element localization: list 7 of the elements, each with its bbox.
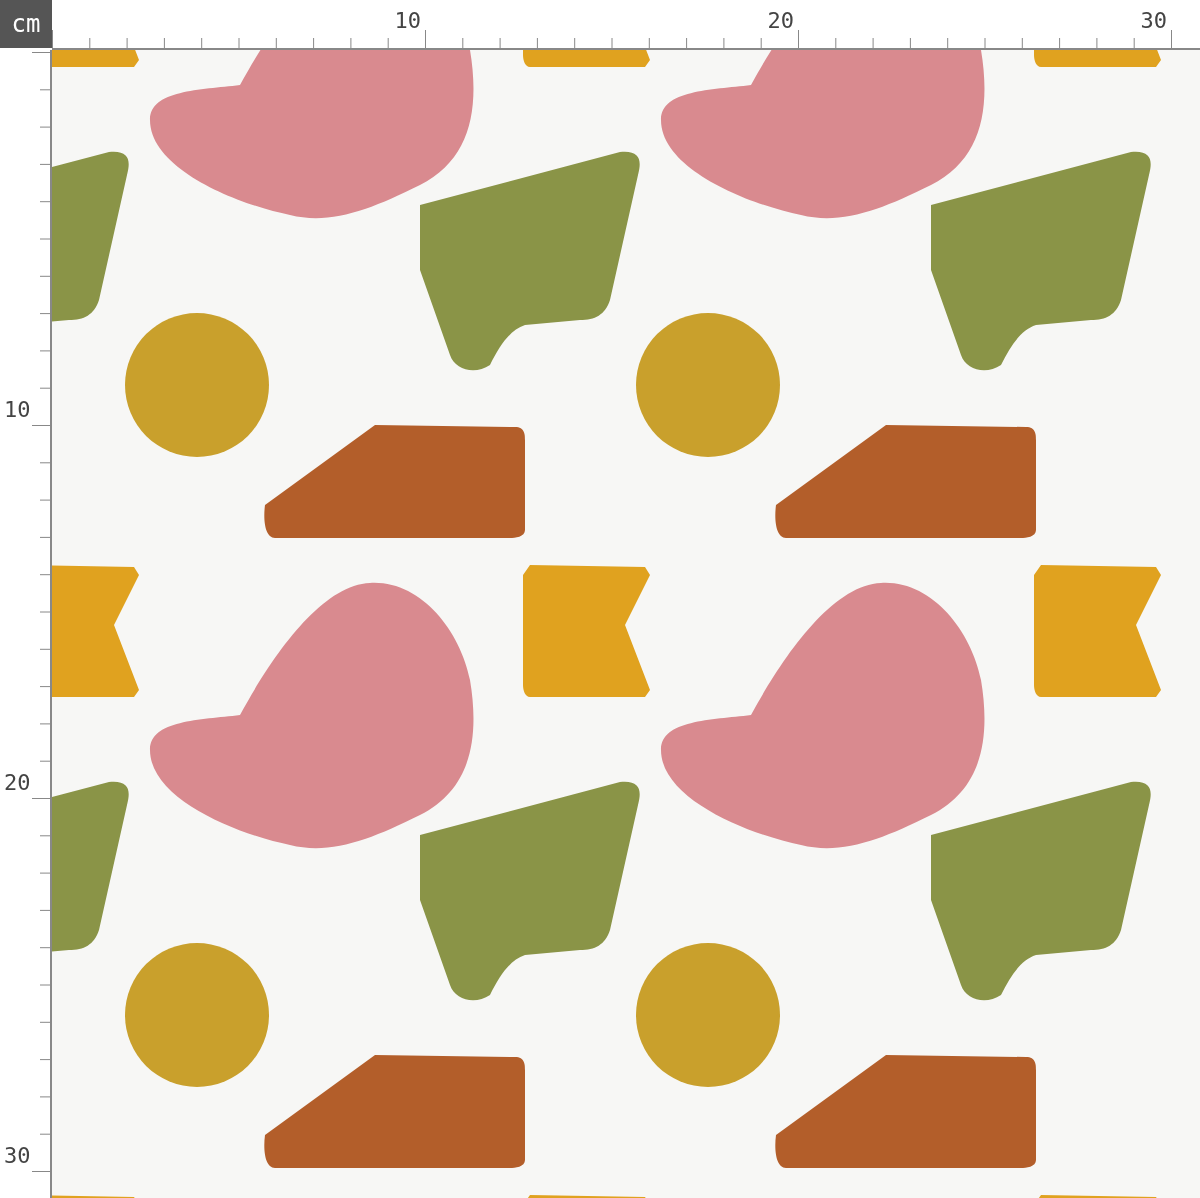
ruler-label: 20 bbox=[766, 7, 794, 35]
ruler-label: 10 bbox=[393, 7, 421, 35]
unit-label: cm bbox=[0, 0, 52, 48]
ruler-label: 10 bbox=[4, 399, 31, 421]
ruler-label: 20 bbox=[4, 772, 31, 794]
ruler-label: 30 bbox=[4, 1145, 31, 1167]
ruler-label: 30 bbox=[1139, 7, 1167, 35]
